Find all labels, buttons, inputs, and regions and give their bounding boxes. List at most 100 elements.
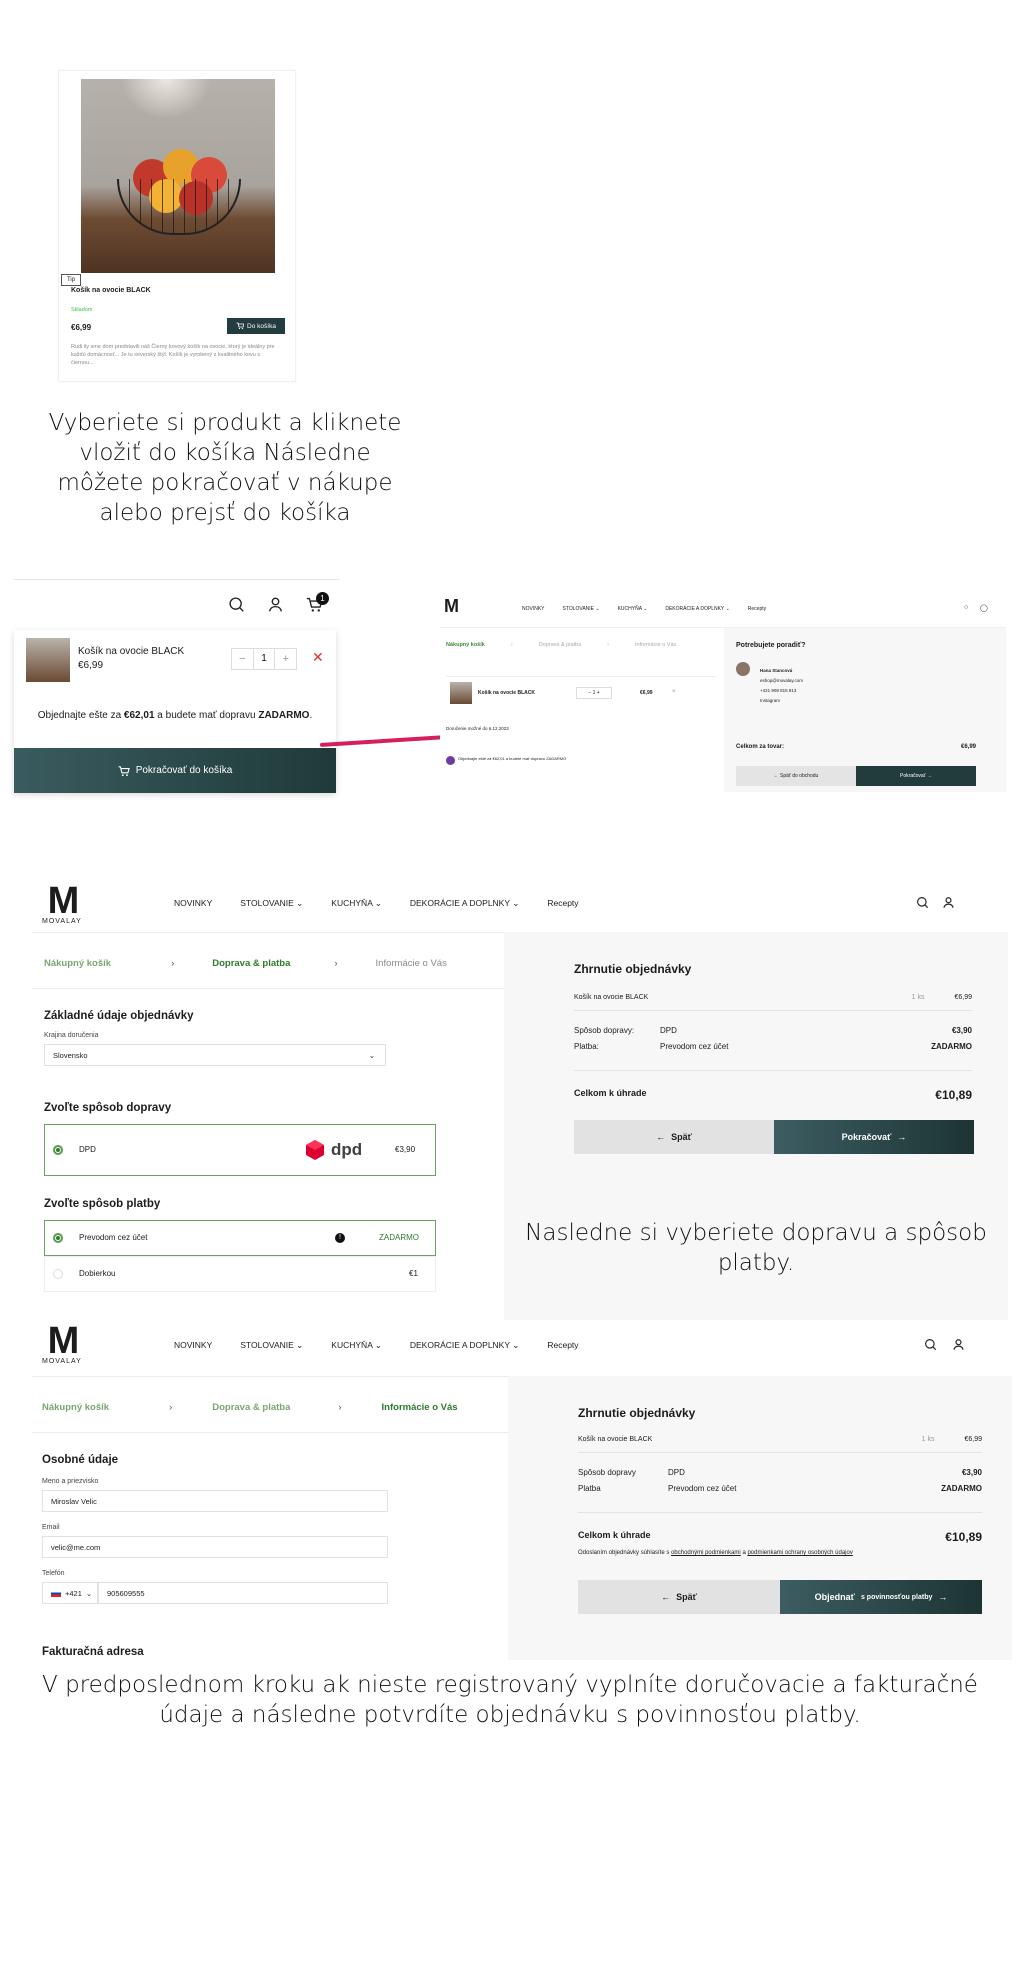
summary-item-row: Košík na ovocie BLACK 1 ks €6,99 xyxy=(578,1436,982,1443)
phone-field[interactable]: 905609555 xyxy=(98,1582,388,1604)
summary-payment-row: Platba: Prevodom cez účet ZADARMO xyxy=(574,1042,972,1051)
search-icon[interactable] xyxy=(916,896,929,909)
preview-help-name: Hana Stancová xyxy=(760,668,793,673)
preview-step-info[interactable]: Informácie o Vás xyxy=(635,642,676,648)
increase-button[interactable]: + xyxy=(275,653,296,665)
arrow-right-icon: → xyxy=(938,1592,948,1602)
preview-nav-item[interactable]: DEKORÁCIE A DOPLNKY ⌄ xyxy=(665,606,729,612)
payment-option-transfer[interactable]: Prevodom cez účet ! ZADARMO xyxy=(44,1220,436,1256)
search-icon[interactable] xyxy=(228,596,245,613)
preview-nav-item[interactable]: Recepty xyxy=(748,606,766,612)
add-to-cart-button[interactable]: Do košíka xyxy=(227,318,285,334)
preview-nav-item[interactable]: STOLOVANIE ⌄ xyxy=(563,606,600,612)
nav-item-stolovanie[interactable]: STOLOVANIE ⌄ xyxy=(240,1340,303,1351)
search-icon[interactable] xyxy=(924,1338,937,1351)
step-shipping-payment[interactable]: Doprava & platba xyxy=(212,1402,290,1413)
preview-remove-icon[interactable]: × xyxy=(672,689,676,695)
terms-link[interactable]: obchodnými podmienkami xyxy=(671,1550,741,1556)
step-info[interactable]: Informácie o Vás xyxy=(382,1402,458,1413)
shipping-price: €3,90 xyxy=(395,1145,416,1154)
back-button[interactable]: ← Späť xyxy=(578,1580,780,1614)
header-icons xyxy=(228,596,323,613)
preview-nav-item[interactable]: KUCHYŇA ⌄ xyxy=(618,606,648,612)
nav-item-dekoracie[interactable]: DEKORÁCIE A DOPLNKY ⌄ xyxy=(410,898,519,909)
nav-item-recepty[interactable]: Recepty xyxy=(547,1340,578,1351)
preview-help-instagram[interactable]: Instagram xyxy=(760,696,803,706)
continue-button[interactable]: Pokračovať → xyxy=(774,1120,974,1154)
step-shipping-payment[interactable]: Doprava & platba xyxy=(212,958,290,969)
preview-nav: NOVINKY STOLOVANIE ⌄ KUCHYŇA ⌄ DEKORÁCIE… xyxy=(522,606,766,612)
back-button[interactable]: ← Späť xyxy=(574,1120,774,1154)
product-description: Rudi ily sme dom predstavili náš Čierny … xyxy=(71,344,275,366)
nav-item-novinky[interactable]: NOVINKY xyxy=(174,898,212,909)
product-image[interactable] xyxy=(81,79,275,273)
continue-to-cart-label: Pokračovať do košíka xyxy=(135,765,233,776)
user-icon[interactable] xyxy=(942,896,955,909)
nav-item-stolovanie[interactable]: STOLOVANIE ⌄ xyxy=(240,898,303,909)
payment-name: Prevodom cez účet xyxy=(79,1233,148,1242)
user-icon[interactable] xyxy=(267,596,284,613)
order-summary-panel: Zhrnutie objednávky Košík na ovocie BLAC… xyxy=(508,1376,1012,1660)
preview-item-thumb[interactable] xyxy=(450,682,472,704)
step-cart[interactable]: Nákupný košík xyxy=(44,958,111,969)
quantity-stepper[interactable]: − 1 + xyxy=(231,648,297,670)
cart-item-price: €6,99 xyxy=(78,660,104,671)
arrow-right-icon: → xyxy=(897,1132,907,1142)
step-cart[interactable]: Nákupný košík xyxy=(42,1402,109,1413)
product-name[interactable]: Košík na ovocie BLACK xyxy=(71,287,151,294)
place-order-button[interactable]: Objednať s povinnosťou platby → xyxy=(780,1580,982,1614)
preview-user-icon[interactable]: ◯ xyxy=(980,604,988,612)
shipping-title: Zvoľte spôsob dopravy xyxy=(44,1102,172,1114)
preview-qty-stepper[interactable]: − 1 + xyxy=(576,687,612,699)
product-card[interactable]: Tip Košík na ovocie BLACK Skladom €6,99 … xyxy=(58,70,296,382)
email-field[interactable]: velic@me.com xyxy=(42,1536,388,1558)
remove-item-icon[interactable]: ✕ xyxy=(312,649,324,666)
terms-note: Odoslaním objednávky súhlasíte s obchodn… xyxy=(578,1550,853,1556)
preview-continue-button[interactable]: Pokračovať → xyxy=(856,766,976,786)
preview-help-email[interactable]: eshop@movalay.com xyxy=(760,676,803,686)
preview-nav-item[interactable]: NOVINKY xyxy=(522,606,545,612)
divider xyxy=(14,579,340,580)
preview-back-button[interactable]: ← Späť do obchodu xyxy=(736,766,856,786)
logo[interactable]: M MOVALAY xyxy=(42,882,82,925)
nav-item-novinky[interactable]: NOVINKY xyxy=(174,1340,212,1351)
name-field[interactable]: Miroslav Velic xyxy=(42,1490,388,1512)
preview-step-cart[interactable]: Nákupný košík xyxy=(446,642,485,648)
payment-radio[interactable] xyxy=(53,1233,63,1243)
preview-logo[interactable]: M xyxy=(444,596,459,617)
preview-step-shipping[interactable]: Doprava & platba xyxy=(539,642,582,648)
billing-address-title: Fakturačná adresa xyxy=(42,1646,144,1658)
cart-icon xyxy=(118,765,130,776)
decrease-button[interactable]: − xyxy=(232,653,253,665)
add-to-cart-label: Do košíka xyxy=(247,322,276,330)
shipping-option-dpd[interactable]: DPD dpd €3,90 xyxy=(44,1124,436,1176)
nav-item-recepty[interactable]: Recepty xyxy=(547,898,578,909)
payment-option-cod[interactable]: Dobierkou €1 xyxy=(44,1256,436,1292)
info-icon[interactable]: ! xyxy=(335,1233,345,1243)
cart-item-name[interactable]: Košík na ovocie BLACK xyxy=(78,646,184,657)
preview-help-phone[interactable]: +421 908 815 813 xyxy=(760,686,803,696)
email-label: Email xyxy=(42,1524,60,1531)
cart-item-thumbnail[interactable] xyxy=(26,638,70,682)
phone-prefix-select[interactable]: +421 ⌄ xyxy=(42,1582,98,1604)
logo[interactable]: M MOVALAY xyxy=(42,1322,82,1365)
country-select[interactable]: Slovensko ⌄ xyxy=(44,1044,386,1066)
user-icon[interactable] xyxy=(952,1338,965,1351)
shipping-radio[interactable] xyxy=(53,1145,63,1155)
continue-to-cart-button[interactable]: Pokračovať do košíka xyxy=(14,748,336,793)
payment-price: €1 xyxy=(409,1269,418,1278)
arrow-left-icon: ← xyxy=(656,1132,666,1142)
nav-item-kuchyna[interactable]: KUCHYŇA ⌄ xyxy=(331,1340,382,1351)
privacy-link[interactable]: podmienkami ochrany osobných údajov xyxy=(747,1550,852,1556)
nav-item-dekoracie[interactable]: DEKORÁCIE A DOPLNKY ⌄ xyxy=(410,1340,519,1351)
preview-search-icon[interactable]: ○ xyxy=(964,604,968,611)
payment-name: Dobierkou xyxy=(79,1269,116,1278)
checkout-steps: Nákupný košík › Doprava & platba › Infor… xyxy=(44,958,447,969)
nav-item-kuchyna[interactable]: KUCHYŇA ⌄ xyxy=(331,898,382,909)
payment-radio[interactable] xyxy=(53,1269,63,1279)
preview-item-name[interactable]: Košík na ovocie BLACK xyxy=(478,690,535,696)
personal-info-title: Osobné údaje xyxy=(42,1454,119,1466)
step-info[interactable]: Informácie o Vás xyxy=(376,958,447,969)
quantity-value[interactable]: 1 xyxy=(252,649,276,669)
checkout-steps: Nákupný košík › Doprava & platba › Infor… xyxy=(42,1402,458,1413)
